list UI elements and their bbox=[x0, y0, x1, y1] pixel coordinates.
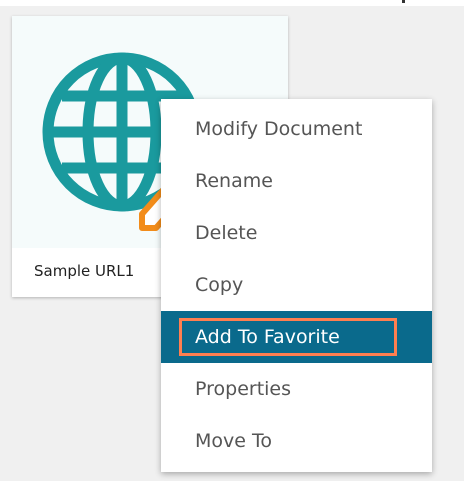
menu-item-label: Modify Document bbox=[195, 118, 363, 140]
menu-item-modify-document[interactable]: Modify Document bbox=[161, 103, 432, 155]
context-menu: Modify Document Rename Delete Copy Add T… bbox=[161, 99, 432, 472]
menu-item-label: Rename bbox=[195, 170, 273, 192]
menu-item-move-to[interactable]: Move To bbox=[161, 415, 432, 467]
top-strip bbox=[0, 0, 464, 6]
menu-item-label: Add To Favorite bbox=[195, 326, 340, 348]
menu-item-label: Copy bbox=[195, 274, 244, 296]
menu-item-copy[interactable]: Copy bbox=[161, 259, 432, 311]
menu-item-label: Delete bbox=[195, 222, 258, 244]
menu-item-rename[interactable]: Rename bbox=[161, 155, 432, 207]
menu-item-delete[interactable]: Delete bbox=[161, 207, 432, 259]
menu-item-label: Properties bbox=[195, 378, 292, 400]
top-marker bbox=[402, 0, 405, 3]
menu-item-properties[interactable]: Properties bbox=[161, 363, 432, 415]
document-label[interactable]: Sample URL1 bbox=[34, 262, 134, 280]
menu-item-label: Move To bbox=[195, 430, 272, 452]
menu-item-add-to-favorite[interactable]: Add To Favorite bbox=[161, 311, 432, 363]
